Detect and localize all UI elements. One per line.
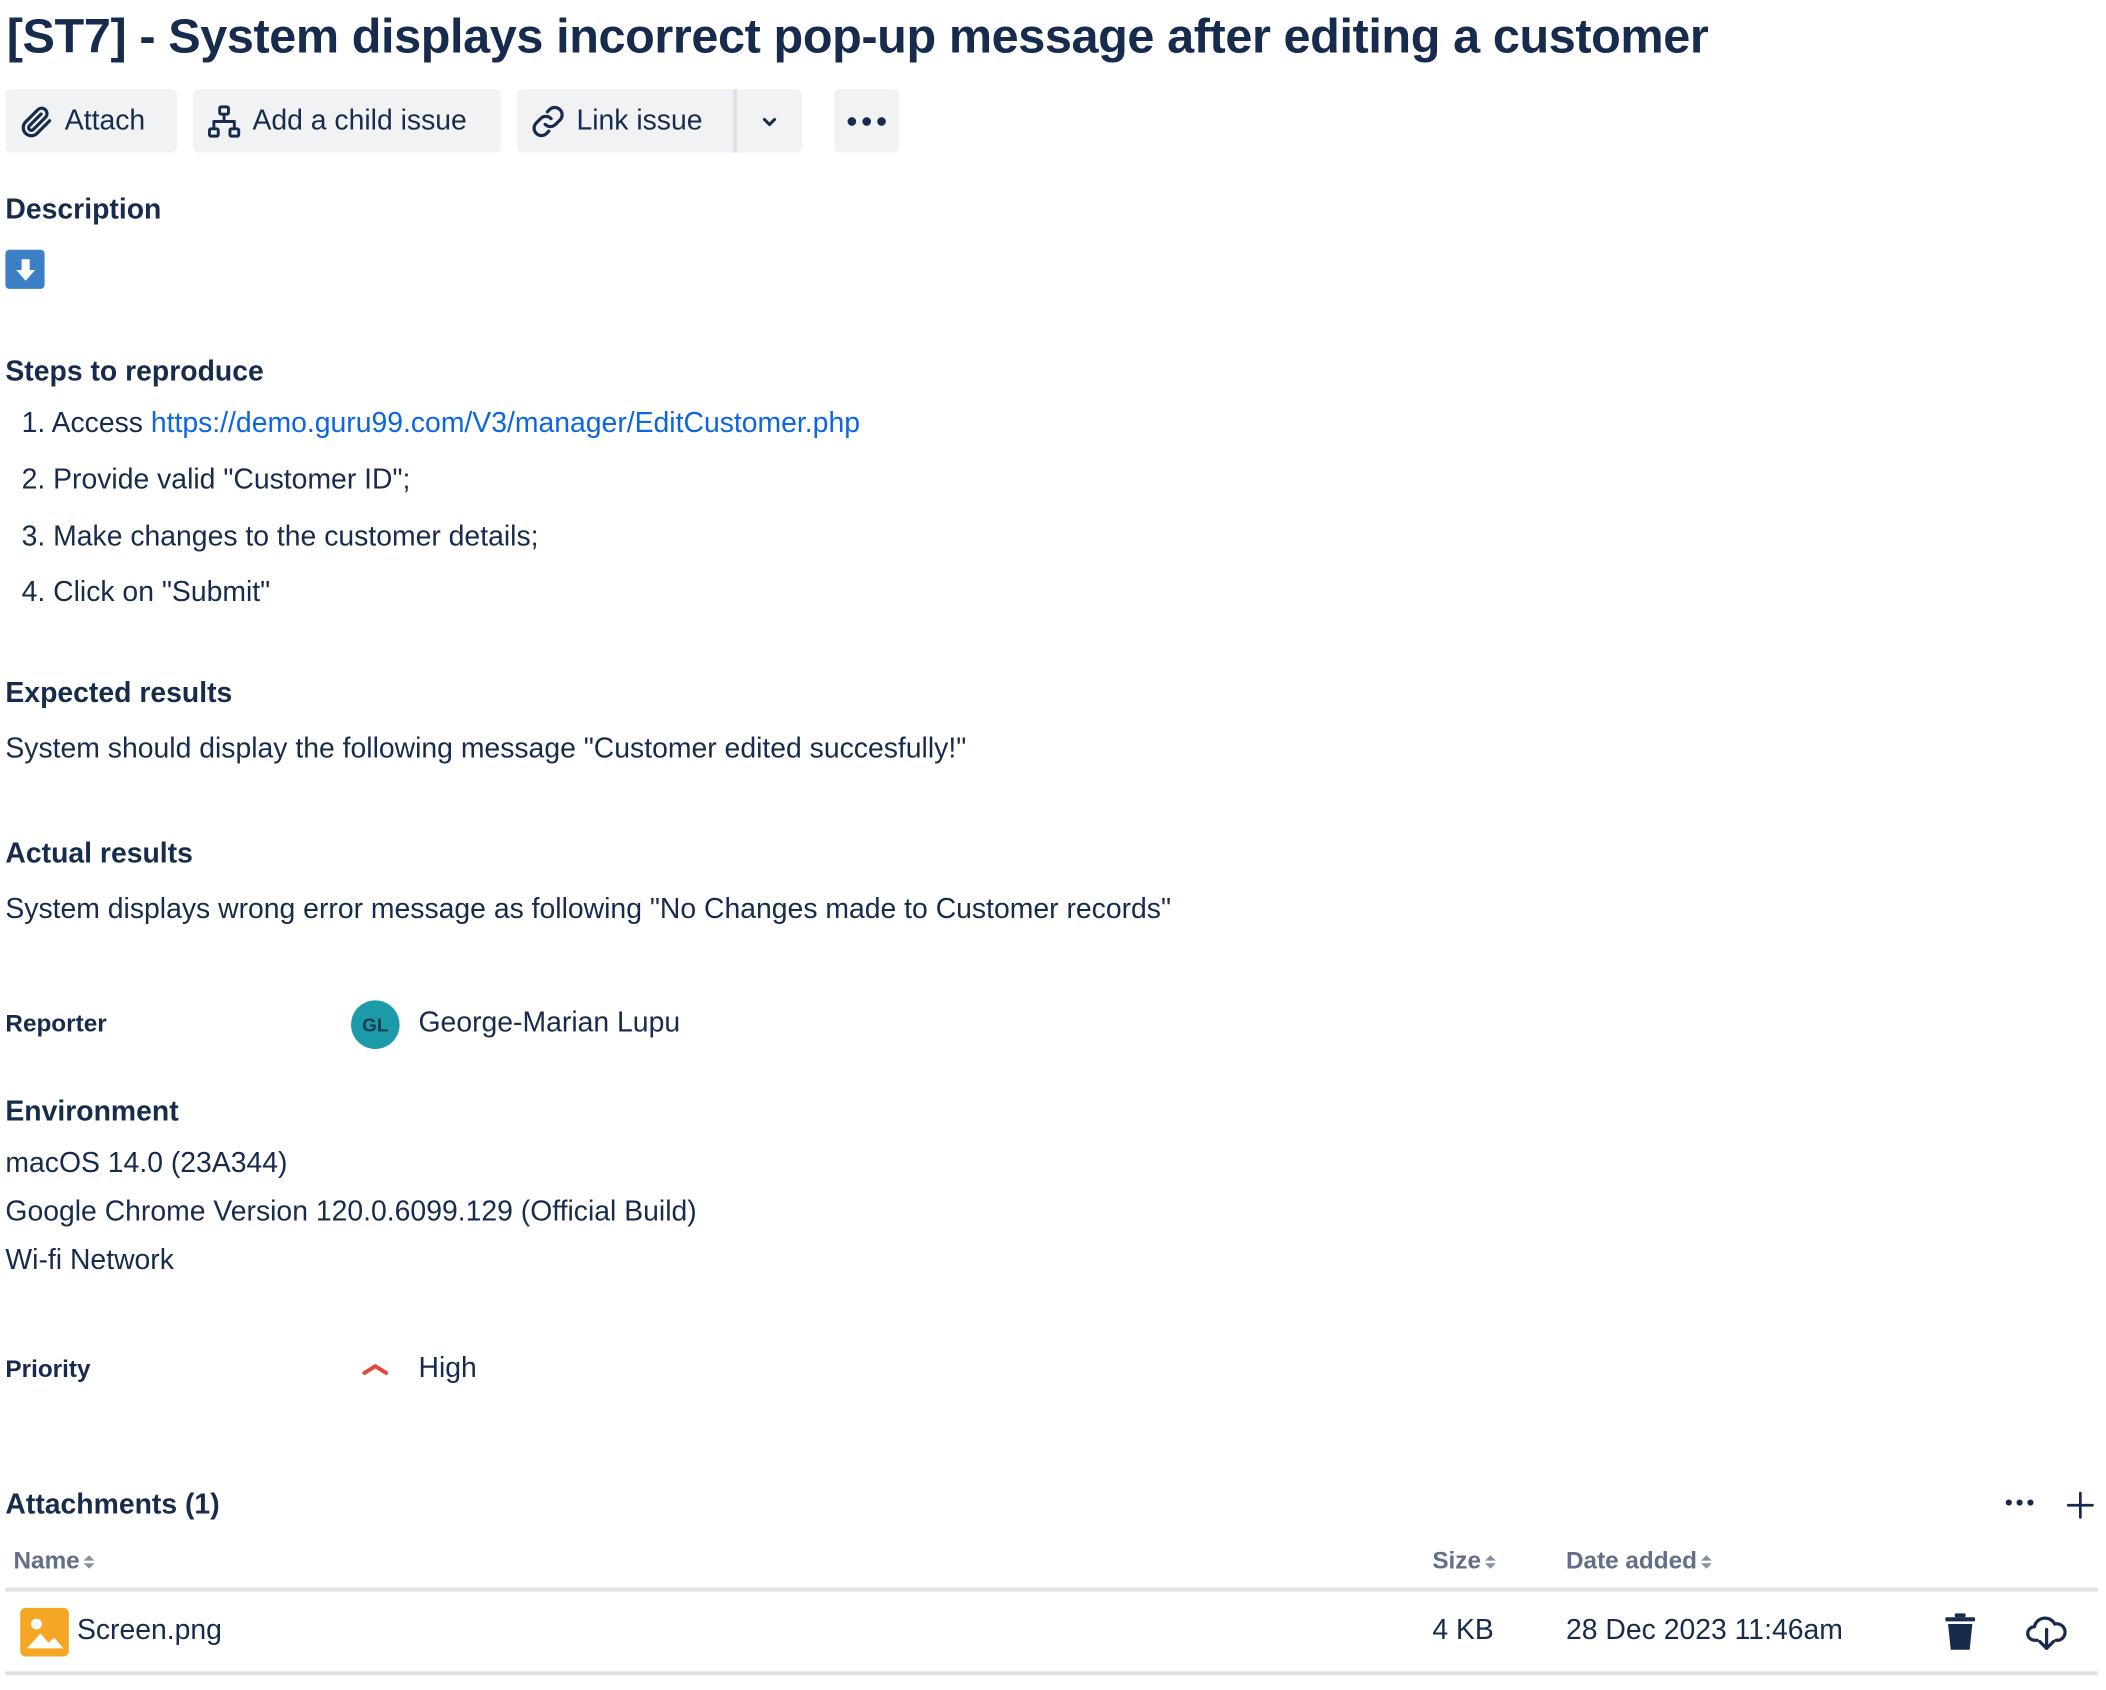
column-header-label: Size xyxy=(1432,1547,1481,1575)
attachments-more-button[interactable] xyxy=(2003,1490,2035,1521)
expected-results-heading: Expected results xyxy=(5,677,233,709)
actual-results-heading: Actual results xyxy=(5,838,193,870)
table-row[interactable]: Screen.png 4 KB 28 Dec 2023 11:46am xyxy=(5,1596,2098,1672)
add-child-issue-button[interactable]: Add a child issue xyxy=(193,89,501,153)
environment-line: Wi-fi Network xyxy=(5,1244,174,1276)
table-row-divider xyxy=(5,1671,2098,1676)
attachment-date: 28 Dec 2023 11:46am xyxy=(1566,1614,1843,1646)
link-issue-label: Link issue xyxy=(576,104,703,136)
issue-title[interactable]: [ST7] - System displays incorrect pop-up… xyxy=(7,8,1709,65)
link-issue-dropdown-button[interactable] xyxy=(737,89,802,153)
link-issue-button[interactable]: Link issue xyxy=(517,89,734,153)
download-button[interactable] xyxy=(2025,1612,2068,1659)
delete-button[interactable] xyxy=(1944,1613,1976,1658)
avatar[interactable]: GL xyxy=(351,1000,400,1049)
environment-line: macOS 14.0 (23A344) xyxy=(5,1147,288,1179)
step-text: Provide valid "Customer ID"; xyxy=(53,464,411,496)
attachments-heading: Attachments (1) xyxy=(5,1489,220,1521)
attachment-name[interactable]: Screen.png xyxy=(77,1615,222,1647)
sort-icon xyxy=(1485,1554,1496,1569)
column-header-label: Name xyxy=(13,1547,80,1575)
step-number: 1. xyxy=(21,407,46,439)
reporter-name[interactable]: George-Marian Lupu xyxy=(419,1007,681,1039)
chevron-down-icon xyxy=(757,109,781,133)
environment-heading: Environment xyxy=(5,1096,179,1128)
more-icon xyxy=(2003,1497,2035,1520)
priority-label: Priority xyxy=(5,1355,91,1383)
step-number: 4. xyxy=(21,576,46,608)
hierarchy-icon xyxy=(207,103,242,138)
sort-icon xyxy=(83,1554,95,1569)
step-number: 2. xyxy=(21,464,46,496)
arrow-down-icon xyxy=(5,249,45,289)
environment-line: Google Chrome Version 120.0.6099.129 (Of… xyxy=(5,1196,697,1228)
add-child-issue-label: Add a child issue xyxy=(252,104,467,136)
priority-high-icon xyxy=(360,1358,390,1386)
cloud-download-icon xyxy=(2025,1616,2068,1658)
step-link[interactable]: https://demo.guru99.com/V3/manager/EditC… xyxy=(151,408,860,439)
priority-value[interactable]: High xyxy=(419,1353,477,1385)
step-text: Make changes to the customer details; xyxy=(53,521,539,553)
column-header-label: Date added xyxy=(1566,1547,1697,1575)
reporter-label: Reporter xyxy=(5,1009,107,1037)
add-attachment-button[interactable] xyxy=(2066,1490,2096,1526)
image-file-icon xyxy=(20,1607,69,1657)
sort-icon xyxy=(1701,1554,1712,1569)
column-header-size[interactable]: Size xyxy=(1432,1547,1496,1575)
step-item: 4. Click on "Submit" xyxy=(22,576,271,608)
more-icon xyxy=(846,114,887,128)
step-number: 3. xyxy=(21,521,46,553)
more-actions-button[interactable] xyxy=(834,89,900,153)
link-icon xyxy=(531,103,566,138)
step-item: 2. Provide valid "Customer ID"; xyxy=(22,464,411,496)
column-header-date[interactable]: Date added xyxy=(1566,1547,1712,1575)
attach-button-label: Attach xyxy=(64,104,146,136)
paperclip-icon xyxy=(19,103,54,138)
expected-results-text: System should display the following mess… xyxy=(5,733,967,765)
steps-heading: Steps to reproduce xyxy=(5,356,264,388)
step-text: Click on "Submit" xyxy=(53,576,271,608)
attachment-size: 4 KB xyxy=(1432,1614,1494,1646)
step-item: 3. Make changes to the customer details; xyxy=(22,521,539,553)
attach-button[interactable]: Attach xyxy=(5,89,177,153)
step-text: Access xyxy=(51,407,151,439)
description-heading: Description xyxy=(5,194,162,226)
plus-icon xyxy=(2066,1491,2096,1526)
actual-results-text: System displays wrong error message as f… xyxy=(5,893,1172,925)
column-header-name[interactable]: Name xyxy=(14,1547,95,1575)
trash-icon xyxy=(1944,1613,1976,1657)
table-header-divider xyxy=(5,1587,2098,1592)
step-item: 1. Access https://demo.guru99.com/V3/man… xyxy=(22,408,860,440)
